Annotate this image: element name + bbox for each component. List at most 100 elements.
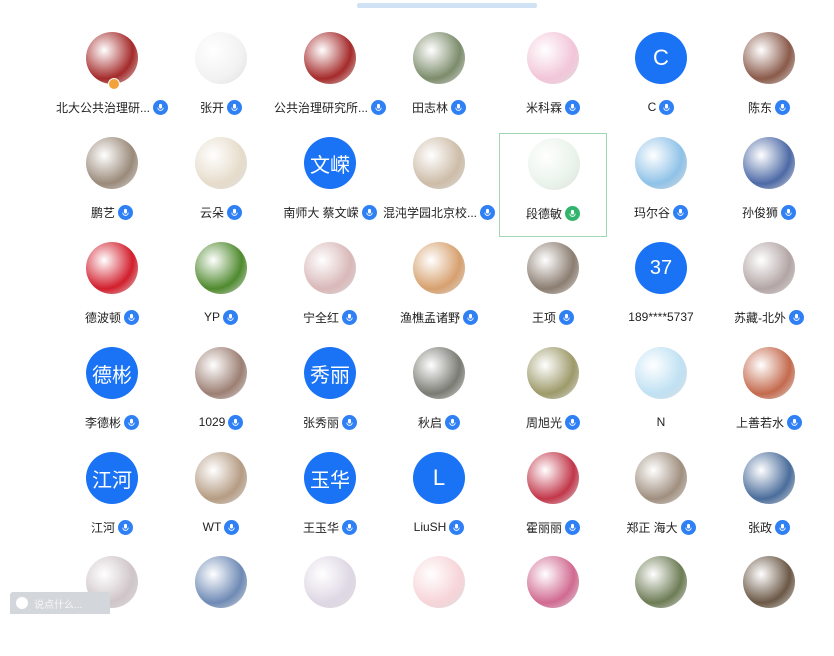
participant-tile[interactable]: 公共治理研究所...: [274, 28, 387, 132]
participant-name: 李德彬: [84, 415, 121, 430]
participant-tile[interactable]: 上善若水: [715, 343, 823, 447]
participant-name: 孙俊狮: [741, 205, 778, 220]
participant-tile[interactable]: 文嵘南师大 蔡文嵘: [276, 133, 384, 237]
participant-name-row: 秋启: [385, 413, 493, 431]
participant-name-row: 上善若水: [715, 413, 823, 431]
participant-tile[interactable]: [385, 552, 493, 656]
microphone-icon: [445, 414, 460, 430]
participant-tile[interactable]: 鹏艺: [58, 133, 166, 237]
participant-tile[interactable]: 霍丽丽: [499, 448, 607, 552]
participant-tile[interactable]: [607, 552, 715, 656]
participant-tile[interactable]: 段德敏: [499, 133, 607, 237]
cartoon-creature-icon: [527, 347, 579, 399]
participant-tile[interactable]: 37 189****5737: [607, 238, 715, 342]
participant-name-row: C: [607, 98, 715, 116]
participant-name-row: 189****5737: [607, 308, 715, 326]
participant-tile[interactable]: YP: [167, 238, 275, 342]
participant-name-row: 渔樵孟诸野: [385, 308, 493, 326]
participant-name-row: 张开: [167, 98, 275, 116]
participant-tile[interactable]: [499, 552, 607, 656]
participant-tile[interactable]: 秋启: [385, 343, 493, 447]
participant-name-row: 云朵: [167, 203, 275, 221]
cat-photo-icon: [635, 452, 687, 504]
participant-tile[interactable]: 张开: [167, 28, 275, 132]
participant-name: 张政: [747, 520, 772, 535]
avatar: 玉华: [304, 452, 356, 504]
participant-name-row: 江河: [58, 518, 166, 536]
avatar: C: [635, 32, 687, 84]
microphone-icon: [775, 99, 790, 115]
chat-input[interactable]: 说点什么...: [10, 592, 110, 614]
participant-tile[interactable]: [715, 552, 823, 656]
participant-tile[interactable]: 王项: [499, 238, 607, 342]
participant-tile[interactable]: 陈东: [715, 28, 823, 132]
participant-tile[interactable]: 渔樵孟诸野: [385, 238, 493, 342]
participant-tile[interactable]: 玉华 王玉华: [276, 448, 384, 552]
microphone-icon: [118, 204, 133, 220]
participant-tile[interactable]: 混沌学园北京校...: [383, 133, 496, 237]
participant-name: 张开: [199, 100, 224, 115]
microphone-icon: [451, 99, 466, 115]
participant-name: 云朵: [199, 205, 224, 220]
participant-tile[interactable]: 苏藏-北外: [715, 238, 823, 342]
participant-tile[interactable]: 德波顿: [58, 238, 166, 342]
participant-name-row: 周旭光: [499, 413, 607, 431]
person-photo-icon: [413, 32, 465, 84]
avatar: 文嵘: [304, 137, 356, 189]
participant-tile[interactable]: [276, 552, 384, 656]
participant-tile[interactable]: 张政: [715, 448, 823, 552]
participant-tile[interactable]: 秀丽 张秀丽: [276, 343, 384, 447]
participant-name: 张秀丽: [302, 415, 339, 430]
participant-tile[interactable]: 周旭光: [499, 343, 607, 447]
participant-tile[interactable]: 德彬 李德彬: [58, 343, 166, 447]
microphone-icon: [565, 205, 580, 221]
participant-tile[interactable]: 江河 江河: [58, 448, 166, 552]
microphone-icon: [227, 204, 242, 220]
participant-tile[interactable]: L LiuSH: [385, 448, 493, 552]
microphone-icon: [223, 309, 238, 325]
participant-name: 米科霖: [525, 100, 562, 115]
microphone-icon: [224, 519, 240, 535]
participant-name-row: 田志林: [385, 98, 493, 116]
participant-name: 霍丽丽: [525, 520, 562, 535]
participant-name-row: 郑正 海大: [607, 518, 715, 536]
sky-gradient-icon: [635, 347, 687, 399]
penguin-logo-icon: [528, 138, 580, 190]
participant-name: 田志林: [411, 100, 448, 115]
microphone-icon: [342, 414, 357, 430]
participant-name: 公共治理研究所...: [274, 100, 369, 115]
anime-girl-icon: [527, 32, 579, 84]
participant-tile[interactable]: N: [607, 343, 715, 447]
blossom-branch-icon: [195, 347, 247, 399]
avatar: 37: [635, 242, 687, 294]
microphone-icon: [228, 414, 244, 430]
sheep-cartoon-icon: [195, 32, 247, 84]
participant-tile[interactable]: [167, 552, 275, 656]
participant-name: 南师大 蔡文嵘: [283, 205, 359, 220]
participant-tile[interactable]: 米科霖: [499, 28, 607, 132]
sunset-couple-icon: [413, 242, 465, 294]
microphone-icon: [565, 99, 580, 115]
participant-tile[interactable]: 宁全红: [276, 238, 384, 342]
participant-tile[interactable]: 孙俊狮: [715, 133, 823, 237]
microphone-icon: [118, 519, 133, 535]
peking-university-seal-icon: [304, 32, 356, 84]
avatar: 江河: [86, 452, 138, 504]
participant-tile[interactable]: 郑正 海大: [607, 448, 715, 552]
microphone-icon: [342, 309, 357, 325]
balloons-city-icon: [635, 137, 687, 189]
participant-name-row: 德波顿: [58, 308, 166, 326]
man-suit-icon: [743, 137, 795, 189]
participant-tile[interactable]: 北大公共治理研...: [56, 28, 169, 132]
participant-tile[interactable]: 云朵: [167, 133, 275, 237]
participant-tile[interactable]: 1029: [167, 343, 275, 447]
participant-tile[interactable]: 田志林: [385, 28, 493, 132]
woman-photo-icon: [413, 137, 465, 189]
participant-tile[interactable]: WT: [167, 448, 275, 552]
avatar: 德彬: [86, 347, 138, 399]
participant-tile[interactable]: CC: [607, 28, 715, 132]
microphone-icon: [680, 519, 696, 535]
participant-tile[interactable]: 玛尔谷: [607, 133, 715, 237]
microphone-icon: [463, 309, 478, 325]
participant-name-row: YP: [167, 308, 275, 326]
